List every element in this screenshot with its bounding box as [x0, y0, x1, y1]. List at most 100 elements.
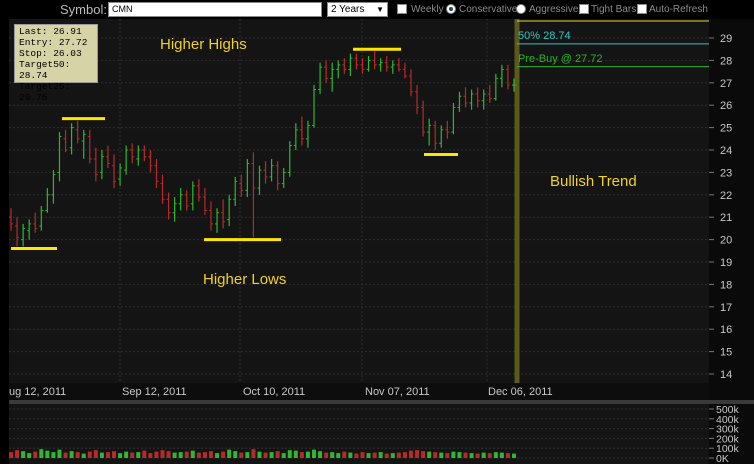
volume-bar [469, 453, 474, 458]
range-select-value: 2 Years [331, 4, 365, 15]
volume-bar [21, 451, 26, 458]
volume-bar [81, 453, 86, 458]
price-tick-label: 20 [720, 235, 732, 247]
toolbar: Symbol: CMN 2 Years ▼ Weekly Conservativ… [0, 0, 754, 19]
aggressive-label: Aggressive [529, 4, 579, 15]
volume-bar [190, 450, 195, 458]
conservative-radio[interactable] [446, 4, 456, 14]
price-tick-label: 19 [720, 257, 732, 269]
volume-bar [378, 452, 383, 458]
weekly-checkbox[interactable] [397, 4, 407, 14]
price-tick-label: 27 [720, 78, 732, 90]
volume-bar [233, 451, 238, 458]
volume-bar [39, 449, 44, 458]
last-price: Last: 26.91 [19, 26, 82, 37]
volume-bar [330, 452, 335, 458]
volume-bar [184, 451, 189, 458]
volume-bar [215, 453, 220, 458]
tight-bars-checkbox[interactable] [579, 4, 589, 14]
volume-bar [305, 451, 310, 458]
price-tick-label: 16 [720, 324, 732, 336]
volume-bar [142, 450, 147, 458]
volume-bar [239, 452, 244, 458]
chevron-down-icon: ▼ [376, 5, 384, 14]
price-tick-label: 17 [720, 302, 732, 314]
volume-bar [118, 453, 123, 458]
volume-bar [105, 452, 110, 458]
trade-info-box: Last: 26.91 Entry: 27.72 Stop: 26.03 Tar… [14, 24, 98, 103]
volume-bar [45, 450, 50, 458]
range-select[interactable]: 2 Years ▼ [327, 2, 388, 17]
volume-bar [457, 452, 462, 458]
volume-bar [475, 453, 480, 458]
volume-bar [27, 453, 32, 458]
higher-lows-annotation: Higher Lows [203, 271, 287, 288]
volume-bar [354, 453, 359, 458]
volume-bar [408, 450, 413, 458]
volume-bar [439, 452, 444, 458]
volume-bar [63, 452, 68, 458]
volume-bar [93, 450, 98, 458]
volume-bar [9, 452, 13, 458]
target25-price: Target25: 29.76 [19, 81, 71, 103]
volume-bar [69, 451, 74, 458]
entry-price: Entry: 27.72 [19, 37, 88, 48]
volume-bar [221, 451, 226, 458]
pane-splitter[interactable] [9, 400, 754, 404]
volume-bar [130, 452, 135, 458]
volume-bar [384, 453, 389, 458]
volume-bar [87, 451, 92, 458]
weekly-label: Weekly [411, 4, 444, 15]
volume-bar [148, 453, 153, 458]
date-tick-label: Sep 12, 2011 [122, 386, 187, 398]
volume-bar [505, 453, 510, 458]
volume-bar [196, 452, 201, 458]
price-tick-label: 21 [720, 212, 732, 224]
aggressive-radio[interactable] [516, 4, 526, 14]
volume-bar [402, 452, 407, 458]
volume-bar [293, 450, 298, 458]
price-tick-label: 24 [720, 145, 732, 157]
volume-bar [324, 452, 329, 458]
volume-bar [281, 453, 286, 458]
volume-bar [390, 453, 395, 458]
price-tick-label: 26 [720, 100, 732, 112]
volume-bar [415, 450, 420, 458]
volume-bar [499, 452, 504, 458]
volume-bar [166, 451, 171, 458]
volume-bar [299, 452, 304, 458]
volume-bar [227, 449, 232, 458]
volume-bar [257, 451, 262, 458]
volume-bar [481, 452, 486, 458]
volume-bar [512, 453, 516, 458]
volume-bar [348, 452, 353, 458]
volume-bar [124, 451, 129, 458]
symbol-input[interactable]: CMN [108, 2, 322, 17]
auto-refresh-label: Auto-Refresh [649, 4, 708, 15]
volume-bar [208, 451, 213, 458]
volume-bar [51, 452, 56, 458]
volume-bar [99, 452, 104, 458]
volume-bar [245, 452, 250, 458]
volume-bar [463, 452, 468, 458]
auto-refresh-checkbox[interactable] [637, 4, 647, 14]
date-tick-label: ug 12, 2011 [9, 386, 66, 398]
prebuy-label: Pre-Buy @ 27.72 [518, 52, 603, 65]
volume-bar [336, 453, 341, 458]
volume-bar [263, 452, 268, 458]
volume-bar [433, 452, 438, 458]
price-tick-label: 29 [720, 33, 732, 45]
price-chart[interactable]: 29 28 27 26 25 24 23 22 21 20 19 18 17 16 15 14 ug 12, … [0, 19, 754, 464]
volume-bar [75, 452, 80, 458]
volume-bar [487, 453, 492, 458]
volume-bar [366, 453, 371, 458]
volume-tick-label: 0K [716, 453, 729, 464]
volume-bar [160, 450, 165, 458]
volume-bar [493, 452, 498, 458]
price-tick-label: 28 [720, 55, 732, 67]
date-tick-label: Nov 07, 2011 [365, 386, 430, 398]
volume-bar [15, 450, 20, 458]
volume-bar [178, 452, 183, 458]
volume-bar [360, 452, 365, 458]
volume-bar [172, 452, 177, 458]
